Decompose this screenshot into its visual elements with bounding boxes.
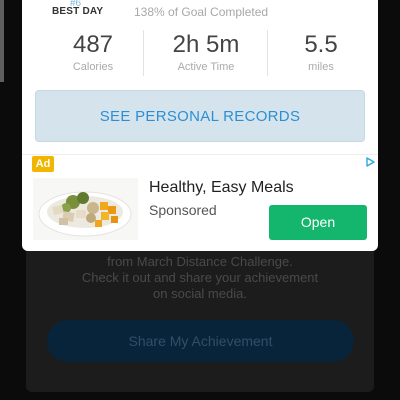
ad-badge: Ad — [32, 156, 54, 172]
stat-label: miles — [308, 61, 334, 73]
goal-completed-text: 138% of Goal Completed — [134, 5, 269, 19]
adchoices-triangle-icon[interactable] — [365, 157, 375, 167]
background-line-3: on social media. — [153, 286, 247, 301]
stat-value: 5.5 — [304, 31, 338, 58]
stat-miles: 5.5 miles — [268, 32, 374, 80]
stat-value: 2h 5m — [172, 31, 240, 58]
stat-label: Active Time — [177, 61, 235, 73]
stat-divider — [267, 30, 268, 76]
stat-active-time: 2h 5m Active Time — [144, 32, 268, 80]
ad-image[interactable] — [33, 178, 138, 240]
share-achievement-button[interactable]: Share My Achievement — [47, 320, 354, 362]
stats-row: 487 Calories 2h 5m Active Time 5.5 miles — [22, 32, 378, 80]
ad-separator — [22, 154, 378, 155]
stat-value: 487 — [72, 31, 114, 58]
stat-divider — [143, 30, 144, 76]
best-day-label: BEST DAY — [52, 6, 104, 17]
ad-open-button[interactable]: Open — [269, 205, 367, 240]
stat-calories: 487 Calories — [42, 32, 144, 80]
background-line-2: Check it out and share your achievement — [81, 270, 319, 285]
background-line-1: from March Distance Challenge. — [107, 254, 293, 269]
left-edge-indicator — [0, 0, 4, 82]
ad-sponsored-label: Sponsored — [149, 202, 217, 218]
stats-card: #6 BEST DAY 138% of Goal Completed 487 C… — [22, 0, 378, 251]
see-personal-records-button[interactable]: SEE PERSONAL RECORDS — [35, 90, 365, 142]
stat-label: Calories — [72, 61, 114, 73]
ad-title[interactable]: Healthy, Easy Meals — [149, 179, 294, 197]
food-bowl-image — [33, 178, 138, 240]
